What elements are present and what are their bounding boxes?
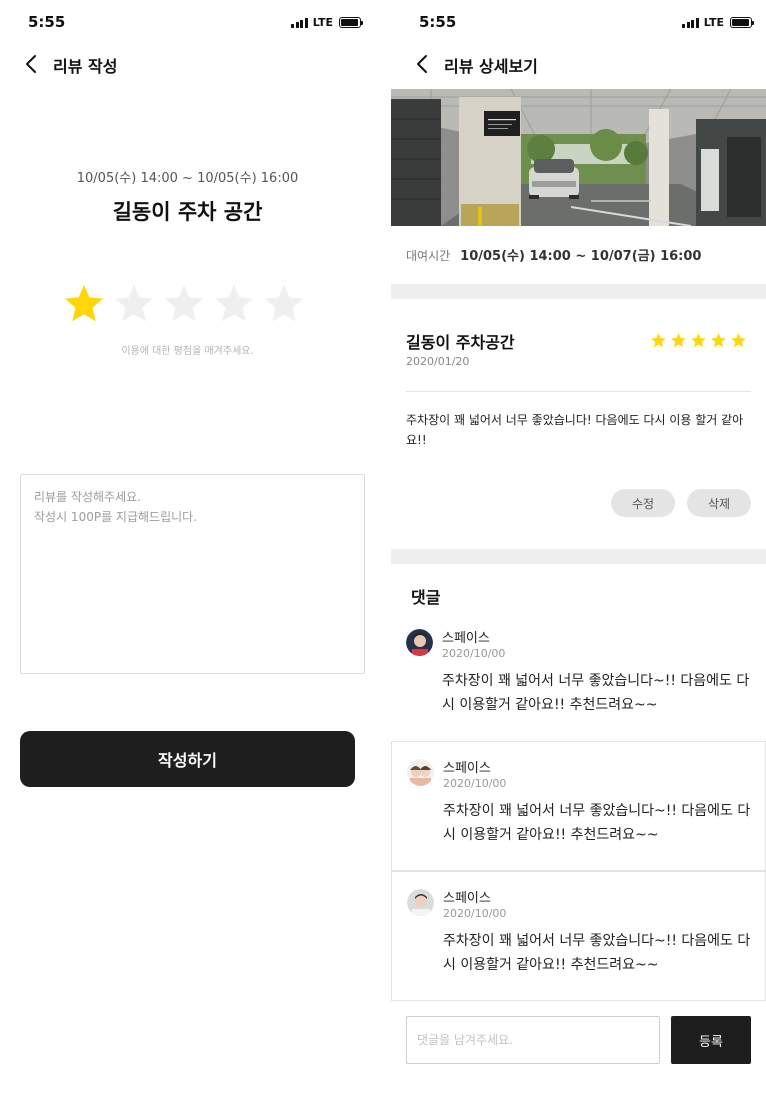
comment-item: 스페이스 2020/10/00 주차장이 꽤 넓어서 너무 좋았습니다~!! 다… [391,741,766,871]
comment-item: 스페이스 2020/10/00 주차장이 꽤 넓어서 너무 좋았습니다~!! 다… [391,871,766,1001]
avatar [407,759,434,786]
network-label: LTE [703,16,724,29]
status-bar: 5:55 LTE [0,0,375,44]
star-icon [651,333,666,348]
avatar [406,629,433,656]
star-icon[interactable] [212,282,256,326]
review-date: 2020/01/20 [406,355,470,368]
rating-hint: 이용에 대한 평점을 매겨주세요. [121,346,254,357]
star-icon[interactable] [162,282,206,326]
review-textarea[interactable]: 리뷰를 작성해주세요. 작성시 100P를 지급해드립니다. [20,474,365,674]
place-name: 길동이 주차 공간 [112,200,263,224]
rental-label: 대여시간 [406,249,451,263]
comment-text: 주차장이 꽤 넓어서 너무 좋았습니다~!! 다음에도 다시 이용할거 같아요!… [442,673,750,713]
avatar [407,889,434,916]
comment-author: 스페이스 [443,891,491,906]
comment-item: 스페이스 2020/10/00 주차장이 꽤 넓어서 너무 좋았습니다~!! 다… [391,612,766,742]
register-comment-button[interactable]: 등록 [671,1016,751,1064]
review-detail-screen: 5:55 LTE 리뷰 상세보기 대여시간 10/05(수) 14:00 ~ 1… [391,0,766,1093]
page-title: 리뷰 작성 [53,57,118,76]
back-arrow-icon[interactable] [22,53,44,75]
star-icon[interactable] [62,282,106,326]
network-label: LTE [312,16,333,29]
status-bar: 5:55 LTE [391,0,766,44]
status-time: 5:55 [419,13,457,31]
comment-input[interactable] [406,1016,660,1064]
nav-bar: 리뷰 작성 [0,44,375,84]
delete-button[interactable]: 삭제 [687,489,751,517]
rental-period-row: 대여시간 10/05(수) 14:00 ~ 10/07(금) 16:00 [406,245,701,264]
status-icons: LTE [682,16,754,29]
comment-text: 주차장이 꽤 넓어서 너무 좋았습니다~!! 다음에도 다시 이용할거 같아요!… [443,933,751,973]
rental-period: 10/05(수) 14:00 ~ 10/05(수) 16:00 [76,171,299,186]
comment-author: 스페이스 [442,631,490,646]
star-icon [691,333,706,348]
comment-date: 2020/10/00 [442,647,506,660]
star-icon[interactable] [262,282,306,326]
comment-date: 2020/10/00 [443,777,507,790]
rental-period: 10/05(수) 14:00 ~ 10/07(금) 16:00 [460,249,702,264]
comment-text: 주차장이 꽤 넓어서 너무 좋았습니다~!! 다음에도 다시 이용할거 같아요!… [443,803,751,843]
comment-author: 스페이스 [443,761,491,776]
section-divider [391,549,766,564]
divider-line [406,391,751,392]
battery-icon [339,17,363,28]
write-review-screen: 5:55 LTE 리뷰 작성 10/05(수) 14:00 ~ 10/05(수)… [0,0,375,1093]
status-time: 5:55 [28,13,66,31]
back-arrow-icon[interactable] [413,53,435,75]
submit-review-button[interactable]: 작성하기 [20,731,355,787]
review-text: 주차장이 꽤 넓어서 너무 좋았습니다! 다음에도 다시 이용 할거 같아요!! [406,413,744,447]
status-icons: LTE [291,16,363,29]
page-title: 리뷰 상세보기 [444,57,538,76]
signal-icon [682,17,699,28]
star-icon[interactable] [112,282,156,326]
star-icon [711,333,726,348]
star-icon [731,333,746,348]
review-star-rating [650,332,747,349]
battery-icon [730,17,754,28]
review-place-name: 길동이 주차공간 [406,333,515,352]
nav-bar: 리뷰 상세보기 [391,44,766,84]
signal-icon [291,17,308,28]
parking-space-photo [391,89,766,226]
star-rating-input [62,282,306,326]
edit-button[interactable]: 수정 [611,489,675,517]
comments-title: 댓글 [411,588,441,607]
section-divider [391,284,766,299]
star-icon [671,333,686,348]
comment-date: 2020/10/00 [443,907,507,920]
